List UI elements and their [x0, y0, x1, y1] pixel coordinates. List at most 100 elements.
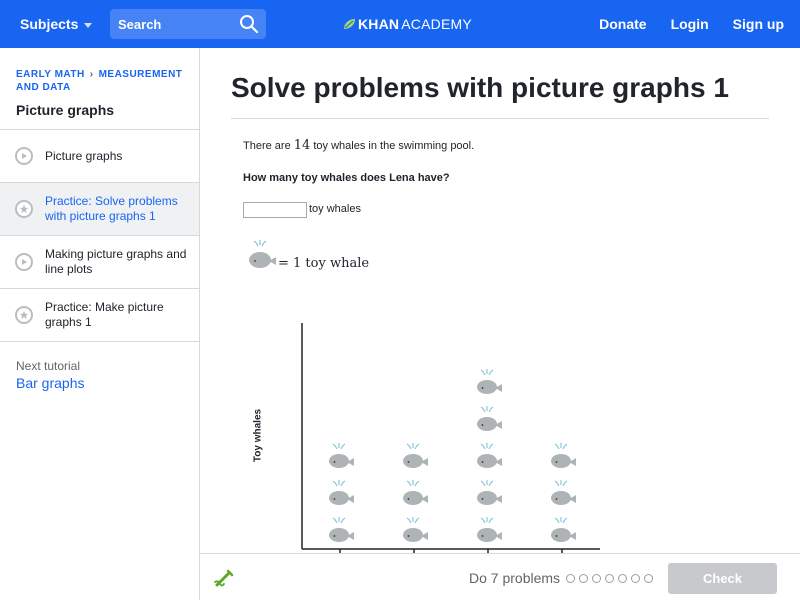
- whale-eye: [333, 498, 336, 500]
- logo-text-bold: KHAN: [358, 16, 400, 32]
- picture-graph: [301, 323, 600, 554]
- khan-academy-logo[interactable]: KHAN ACADEMY: [343, 16, 472, 32]
- whale-spout: [480, 517, 494, 524]
- whale-body: [403, 491, 423, 505]
- search-box[interactable]: [110, 9, 266, 39]
- whale-icon: [403, 443, 428, 468]
- search-icon[interactable]: [239, 14, 259, 34]
- whale-spout: [554, 480, 568, 487]
- whale-spout: [406, 517, 420, 524]
- chevron-down-icon: [84, 22, 93, 28]
- check-button[interactable]: Check: [668, 563, 777, 594]
- answer-input[interactable]: [243, 202, 307, 218]
- whale-spout: [554, 443, 568, 450]
- scratchpad-icon[interactable]: [213, 567, 235, 589]
- subjects-menu[interactable]: Subjects: [20, 16, 93, 32]
- whale-eye: [407, 498, 410, 500]
- whale-eye: [555, 461, 558, 463]
- sidebar-item-making-graphs[interactable]: Making picture graphs and line plots: [0, 236, 199, 289]
- donate-link[interactable]: Donate: [599, 16, 646, 32]
- whale-eye: [555, 535, 558, 537]
- whale-icon: [403, 517, 428, 542]
- whale-eye: [333, 461, 336, 463]
- whale-spout: [332, 517, 346, 524]
- next-tutorial-link[interactable]: Bar graphs: [16, 375, 84, 391]
- sidebar-item-label: Picture graphs: [45, 148, 123, 163]
- whale-body: [477, 380, 497, 394]
- star-icon: [15, 200, 33, 218]
- whale-eye: [333, 535, 336, 537]
- whale-eye: [555, 498, 558, 500]
- question-text: How many toy whales does Lena have?: [243, 172, 450, 184]
- progress-dot: [644, 574, 653, 583]
- whale-spout: [406, 443, 420, 450]
- whale-eye: [481, 424, 484, 426]
- exercise-footer: Do 7 problems Check: [200, 553, 800, 600]
- search-input[interactable]: [118, 16, 228, 32]
- sidebar-item-practice-make[interactable]: Practice: Make picture graphs 1: [0, 289, 199, 342]
- whale-body: [551, 491, 571, 505]
- whale-body: [403, 528, 423, 542]
- whale-body: [477, 528, 497, 542]
- sidebar-item-practice-solve[interactable]: Practice: Solve problems with picture gr…: [0, 183, 199, 236]
- whale-eye: [407, 535, 410, 537]
- title-divider: [231, 118, 769, 119]
- account-links: Donate Login Sign up: [599, 16, 784, 32]
- whale-spout: [480, 480, 494, 487]
- statement-post: toy whales in the swimming pool.: [313, 140, 475, 152]
- progress-dot: [605, 574, 614, 583]
- login-link[interactable]: Login: [671, 16, 709, 32]
- sidebar-item-label: Making picture graphs and line plots: [45, 247, 187, 276]
- whale-eye: [481, 387, 484, 389]
- tutorial-item-list: Picture graphs Practice: Solve problems …: [0, 129, 199, 342]
- whale-spout: [480, 369, 494, 376]
- tutorial-sidebar: EARLY MATH › MEASUREMENT AND DATA Picture …: [0, 48, 200, 600]
- subjects-label: Subjects: [20, 16, 79, 32]
- legend-text: = 1 toy whale: [278, 256, 370, 271]
- answer-unit: toy whales: [309, 203, 361, 215]
- whale-spout: [332, 443, 346, 450]
- breadcrumb: EARLY MATH › MEASUREMENT AND DATA: [16, 68, 192, 94]
- whale-icon: [551, 517, 576, 542]
- whale-spout: [332, 480, 346, 487]
- problem-statement: There are 14 toy whales in the swimming …: [243, 138, 474, 153]
- sidebar-item-label: Practice: Solve problems with picture gr…: [45, 194, 178, 223]
- whale-body: [329, 491, 349, 505]
- whale-body: [551, 454, 571, 468]
- progress-dots: [566, 574, 653, 583]
- whale-body: [551, 528, 571, 542]
- whale-icon: [249, 240, 276, 268]
- next-tutorial-label: Next tutorial: [16, 359, 81, 373]
- whale-icon: [403, 480, 428, 505]
- whale-eye: [481, 498, 484, 500]
- progress-dot: [579, 574, 588, 583]
- whale-icon: [329, 517, 354, 542]
- whale-body: [403, 454, 423, 468]
- breadcrumb-early-math[interactable]: EARLY MATH: [16, 69, 85, 80]
- sidebar-item-picture-graphs[interactable]: Picture graphs: [0, 130, 199, 183]
- whale-icon: [551, 443, 576, 468]
- whale-body: [477, 491, 497, 505]
- logo-text-regular: ACADEMY: [401, 16, 472, 32]
- sidebar-item-label: Practice: Make picture graphs 1: [45, 300, 164, 329]
- top-nav-bar: Subjects KHANACADEMY Donate Login Sign u…: [0, 0, 800, 48]
- play-icon: [15, 147, 33, 165]
- signup-link[interactable]: Sign up: [733, 16, 784, 32]
- whale-spout: [406, 480, 420, 487]
- whale-icon: [477, 480, 502, 505]
- whale-body: [329, 528, 349, 542]
- progress-dot: [631, 574, 640, 583]
- whale-spout: [480, 443, 494, 450]
- whale-icon: [477, 369, 502, 394]
- whale-icon: [477, 443, 502, 468]
- tutorial-title: Picture graphs: [16, 102, 115, 118]
- play-icon: [15, 253, 33, 271]
- whale-eye: [481, 461, 484, 463]
- problem-count-text: Do 7 problems: [469, 570, 561, 586]
- whale-icon: [477, 517, 502, 542]
- statement-pre: There are: [243, 140, 291, 152]
- whale-icon: [551, 480, 576, 505]
- whale-eye: [407, 461, 410, 463]
- chevron-right-icon: ›: [89, 69, 94, 80]
- whale-body: [329, 454, 349, 468]
